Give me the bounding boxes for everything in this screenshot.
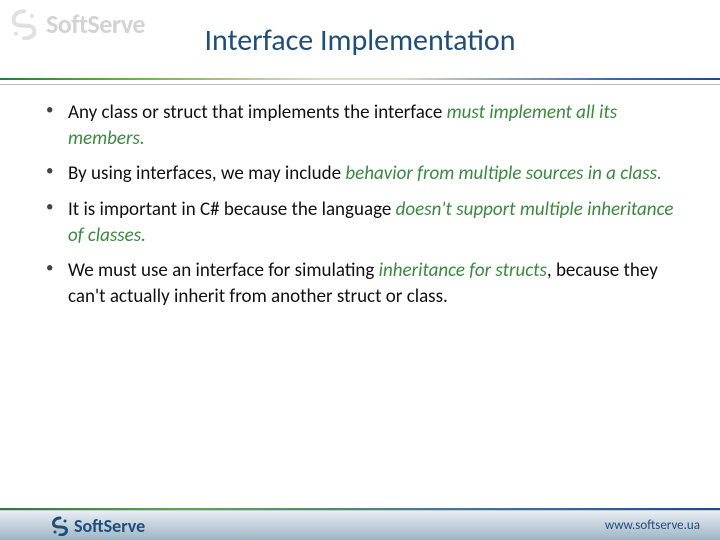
footer: SoftServe www.softserve.ua — [0, 510, 720, 540]
list-item: We must use an interface for simulating … — [40, 258, 688, 309]
bullet-emphasis: inheritance for structs — [379, 259, 547, 282]
footer-url: www.softserve.ua — [605, 518, 700, 533]
list-item: It is important in C# because the langua… — [40, 197, 688, 248]
bullet-text: Any class or struct that implements the … — [68, 101, 447, 124]
footer-brand-text: SoftServe — [74, 515, 145, 537]
bullet-text: By using interfaces, we may include — [68, 162, 345, 185]
softserve-icon — [50, 516, 70, 536]
bullet-emphasis: behavior from multiple sources in a clas… — [345, 162, 661, 185]
content-area: Any class or struct that implements the … — [40, 100, 688, 319]
title-divider — [0, 78, 720, 85]
page-title: Interface Implementation — [0, 22, 720, 59]
list-item: Any class or struct that implements the … — [40, 100, 688, 151]
bullet-text: We must use an interface for simulating — [68, 259, 379, 282]
bullet-text: It is important in C# because the langua… — [68, 198, 396, 221]
list-item: By using interfaces, we may include beha… — [40, 161, 688, 187]
footer-brand: SoftServe — [50, 515, 145, 537]
